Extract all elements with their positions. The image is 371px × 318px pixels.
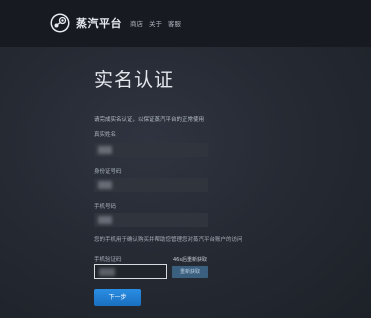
name-field[interactable]	[94, 143, 208, 157]
top-nav: 商店 关于 客服	[130, 18, 181, 28]
phone-note: 您的手机用于确认购买并帮助您管理您对蒸汽平台账户的访问	[94, 237, 243, 243]
id-label: 身份证号码	[94, 169, 122, 175]
nav-item-store[interactable]: 商店	[130, 18, 143, 28]
page-title: 实名认证	[94, 69, 175, 91]
redacted-value	[99, 268, 115, 276]
intro-text: 请完成实名认证，以保证蒸汽平台的正常使用	[94, 117, 205, 123]
top-bar: 蒸汽平台 商店 关于 客服	[0, 0, 371, 47]
name-label: 真实姓名	[94, 132, 117, 138]
nav-item-about[interactable]: 关于	[149, 18, 162, 28]
verification-code-field[interactable]	[94, 264, 167, 279]
code-label: 手机验证码	[94, 257, 122, 263]
redacted-value	[98, 146, 112, 154]
nav-item-support[interactable]: 客服	[168, 18, 181, 28]
logo-text: 蒸汽平台	[76, 17, 122, 30]
redacted-value	[98, 181, 112, 189]
resend-code-button[interactable]: 重新获取	[172, 266, 208, 278]
phone-field[interactable]	[94, 213, 208, 227]
redacted-value	[98, 216, 112, 224]
id-field[interactable]	[94, 178, 208, 192]
resend-countdown: 46s后重新获取	[173, 257, 207, 263]
next-button[interactable]: 下一步	[94, 289, 141, 306]
steam-logo-icon	[50, 13, 70, 33]
phone-label: 手机号码	[94, 204, 117, 210]
logo[interactable]: 蒸汽平台	[50, 12, 122, 34]
